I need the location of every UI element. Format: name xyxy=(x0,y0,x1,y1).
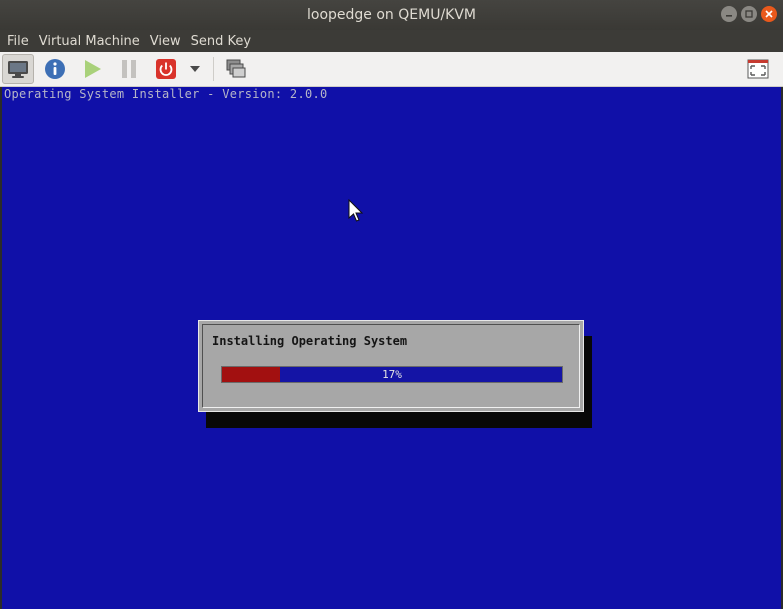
play-icon xyxy=(85,60,101,78)
fullscreen-icon xyxy=(747,59,769,79)
power-icon xyxy=(156,59,176,79)
window-title: loopedge on QEMU/KVM xyxy=(307,7,476,23)
vm-console-screen[interactable]: Operating System Installer - Version: 2.… xyxy=(2,87,781,609)
menu-virtual-machine[interactable]: Virtual Machine xyxy=(36,34,143,49)
close-icon[interactable] xyxy=(761,6,777,22)
progress-percent: 17% xyxy=(382,368,402,381)
installer-header: Operating System Installer - Version: 2.… xyxy=(4,87,328,101)
snapshot-icon xyxy=(226,59,246,78)
show-details-button[interactable] xyxy=(39,54,71,84)
show-console-button[interactable] xyxy=(2,54,34,84)
window-controls xyxy=(721,6,777,22)
menu-view[interactable]: View xyxy=(147,34,184,49)
monitor-icon xyxy=(8,61,28,78)
maximize-icon[interactable] xyxy=(741,6,757,22)
toolbar-separator xyxy=(213,57,214,81)
dialog-title: Installing Operating System xyxy=(212,334,408,348)
chevron-down-icon xyxy=(190,66,200,72)
shutdown-button[interactable] xyxy=(150,54,182,84)
install-progress-bar: 17% xyxy=(221,366,563,383)
minimize-icon[interactable] xyxy=(721,6,737,22)
run-button[interactable] xyxy=(76,54,108,84)
pause-icon xyxy=(122,60,136,78)
mouse-cursor-icon xyxy=(348,199,364,222)
window-titlebar[interactable]: loopedge on QEMU/KVM xyxy=(0,0,783,30)
toolbar xyxy=(0,52,783,87)
shutdown-menu-button[interactable] xyxy=(187,54,203,84)
info-icon xyxy=(45,59,65,79)
fullscreen-button[interactable] xyxy=(742,54,774,84)
menubar: File Virtual Machine View Send Key xyxy=(0,30,783,52)
menu-file[interactable]: File xyxy=(4,34,32,49)
snapshots-button[interactable] xyxy=(220,54,252,84)
menu-send-key[interactable]: Send Key xyxy=(188,34,254,49)
pause-button[interactable] xyxy=(113,54,145,84)
install-progress-dialog: Installing Operating System 17% xyxy=(198,320,584,412)
